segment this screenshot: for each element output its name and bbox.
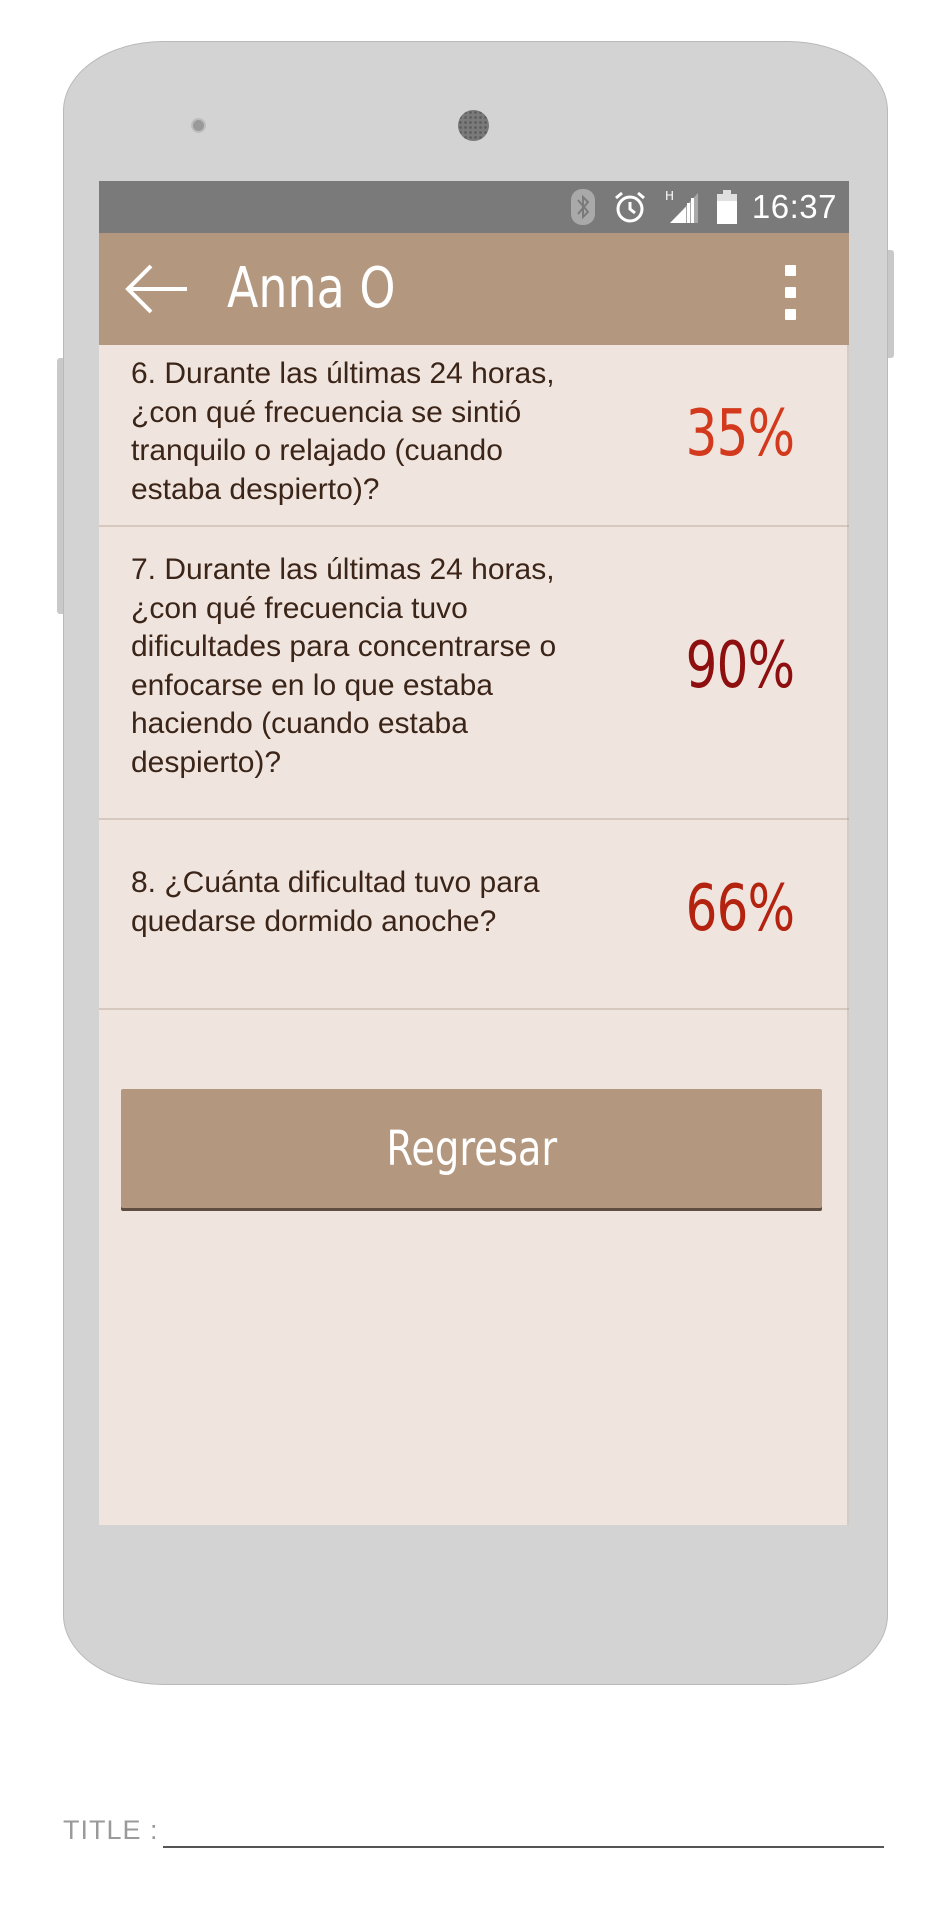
status-bar: H 16:37 <box>99 181 849 233</box>
bluetooth-icon <box>570 188 596 226</box>
app-title: Anna O <box>227 256 396 321</box>
network-type-label: H <box>665 189 674 203</box>
question-percentage: 35% <box>685 397 794 471</box>
question-text: 7. Durante las últimas 24 horas, ¿con qu… <box>131 553 557 779</box>
question-text: 6. Durante las últimas 24 horas, ¿con qu… <box>131 357 555 506</box>
question-row-7: 7. Durante las últimas 24 horas, ¿con qu… <box>99 527 849 820</box>
battery-icon <box>716 189 738 225</box>
regresar-button[interactable]: Regresar <box>121 1089 822 1208</box>
overflow-menu-button[interactable] <box>779 265 803 321</box>
alarm-icon <box>612 189 648 225</box>
regresar-button-label: Regresar <box>386 1120 557 1177</box>
title-field-line <box>163 1846 884 1848</box>
app-bar: Anna O <box>99 233 849 345</box>
title-field-label: TITLE : <box>63 1815 159 1845</box>
app-screen: H 16:37 Anna O 6. Durante las últimas 24… <box>99 181 849 1525</box>
front-camera <box>458 110 489 141</box>
question-text: 8. ¿Cuánta dificultad tuvo para quedarse… <box>131 866 540 938</box>
phone-side-button-right <box>887 250 894 358</box>
signal-icon: H <box>664 189 700 225</box>
question-row-6: 6. Durante las últimas 24 horas, ¿con qu… <box>99 345 849 527</box>
question-percentage: 90% <box>685 629 794 703</box>
question-row-8: 8. ¿Cuánta dificultad tuvo para quedarse… <box>99 820 849 1010</box>
scrollbar <box>847 345 849 1525</box>
back-button[interactable] <box>125 263 189 315</box>
proximity-sensor <box>191 118 206 133</box>
status-time: 16:37 <box>751 188 837 225</box>
question-percentage: 66% <box>685 872 794 946</box>
arrow-left-icon <box>125 264 187 314</box>
